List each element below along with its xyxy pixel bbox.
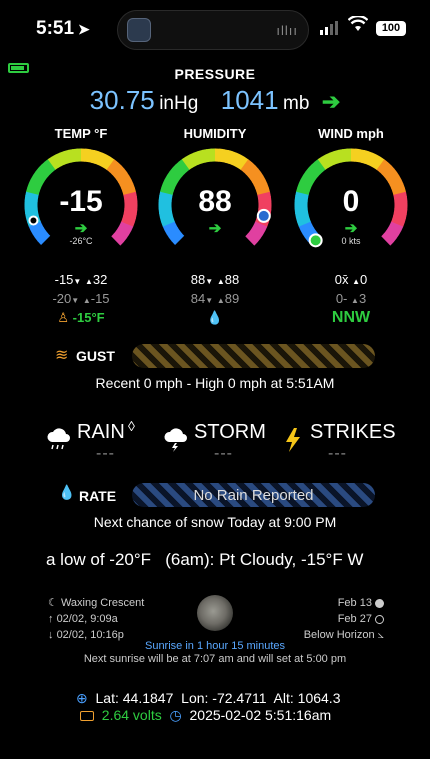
device-row: 2.64 volts ◷ 2025-02-02 5:51:16am [80, 707, 331, 724]
location-row: ⊕ Lat: 44.1847 Lon: -72.4711 Alt: 1064.3 [76, 690, 340, 707]
arrow-right-icon: ➔ [208, 220, 222, 237]
lightning-icon [285, 428, 301, 457]
moon-image[interactable] [197, 595, 233, 631]
person-icon: ♙ [57, 310, 70, 325]
battery-indicator: 100 [376, 21, 406, 36]
storm-cloud-icon [163, 426, 189, 457]
moon-info-right: Feb 13 Feb 27 Below Horizon ⦣ [280, 595, 384, 643]
temp-stats: -15▼ ▲32 -20▼ ▲-15 ♙ -15°F [52, 272, 110, 325]
gust-label: GUST [76, 348, 115, 364]
cell-signal-icon [320, 21, 338, 35]
strikes-value: --- [328, 445, 347, 462]
arrow-right-icon: ➔ [321, 89, 341, 114]
voltage: 2.64 volts [101, 707, 162, 723]
forecast-snow: Next chance of snow Today at 9:00 PM [93, 514, 337, 530]
temp-title: TEMP °F [54, 126, 108, 141]
water-drop-icon: 💧 [58, 484, 76, 500]
pressure-mb-unit: mb [283, 93, 310, 114]
audio-wave-icon: ıllıı [276, 23, 298, 38]
temp-celsius: -26°C [69, 236, 93, 246]
full-moon-icon [375, 598, 384, 608]
moon-phase: Waxing Crescent [60, 597, 145, 609]
longitude: Lon: -72.4711 [181, 690, 267, 706]
next-sunrise: Next sunrise will be at 7:07 am and will… [83, 653, 347, 665]
arrow-up-icon: ↑ [48, 613, 54, 625]
rate-label: RATE [79, 488, 117, 504]
wind-knots: 0 kts [341, 236, 361, 246]
pressure-inhg: 30.75 [89, 85, 155, 115]
globe-icon: ⊕ [76, 690, 88, 706]
wind-stats: 0x̄ ▲0 0- ▲3 NNW [286, 271, 416, 326]
dynamic-island[interactable]: ıllıı [117, 10, 309, 50]
pressure-inhg-unit: inHg [159, 93, 199, 114]
forecast-ticker[interactable]: a low of -20°F (6am): Pt Cloudy, -15°F W [0, 550, 430, 570]
rain-label: RAIN [77, 421, 125, 443]
status-time: 5:51 ➤ [36, 18, 90, 39]
battery-icon [80, 711, 94, 722]
app-icon [127, 18, 151, 42]
droplet-icon: 💧 [206, 310, 224, 325]
gauge-segment [245, 233, 258, 246]
rate-status: No Rain Reported [193, 487, 314, 504]
pressure-mb: 1041 [220, 85, 279, 115]
clock-icon: ◷ [169, 707, 182, 723]
storm-label: STORM [194, 421, 266, 443]
droplet-outline-icon: ◊ [128, 418, 135, 434]
sunrise-countdown: Sunrise in 1 hour 15 minutes [144, 640, 286, 652]
storm-value: --- [214, 445, 233, 462]
timestamp: 2025-02-02 5:51:16am [189, 707, 332, 723]
wind-value: 0 [342, 185, 360, 218]
moon-crescent-icon: ☾ [48, 597, 58, 609]
full-moon-date: Feb 13 [337, 597, 372, 609]
wifi-icon [347, 14, 369, 37]
humidity-value: 88 [198, 185, 232, 218]
moon-info-left: ☾ Waxing Crescent ↑ 02/02, 9:09a ↓ 02/02… [48, 595, 144, 643]
wind-direction: NNW [331, 309, 371, 326]
wind-gust-icon: ≋ [55, 347, 69, 364]
humidity-stats: 88▼ ▲88 84▼ ▲89 💧 [150, 271, 280, 326]
latitude: Lat: 44.1847 [95, 690, 174, 706]
wind-title: WIND mph [318, 126, 384, 141]
arrow-right-icon: ➔ [344, 220, 358, 237]
strikes-label: STRIKES [310, 421, 396, 443]
arrow-right-icon: ➔ [74, 220, 88, 237]
feels-like: -15°F [72, 310, 105, 325]
humidity-title: HUMIDITY [183, 126, 247, 141]
temp-value: -15 [59, 185, 103, 218]
gust-summary: Recent 0 mph - High 0 mph at 5:51AM [95, 375, 335, 391]
new-moon-date: Feb 27 [337, 613, 372, 625]
rain-value: --- [96, 445, 115, 462]
pressure-readout[interactable]: 30.75 inHg 1041 mb ➔ [0, 85, 430, 116]
altitude: Alt: 1064.3 [273, 690, 341, 706]
pressure-title: PRESSURE [174, 66, 256, 82]
location-arrow-icon: ➤ [78, 21, 90, 37]
gust-bar [132, 344, 375, 368]
rain-cloud-icon [46, 426, 72, 457]
moonrise: 02/02, 9:09a [56, 613, 118, 625]
new-moon-icon [375, 614, 384, 624]
